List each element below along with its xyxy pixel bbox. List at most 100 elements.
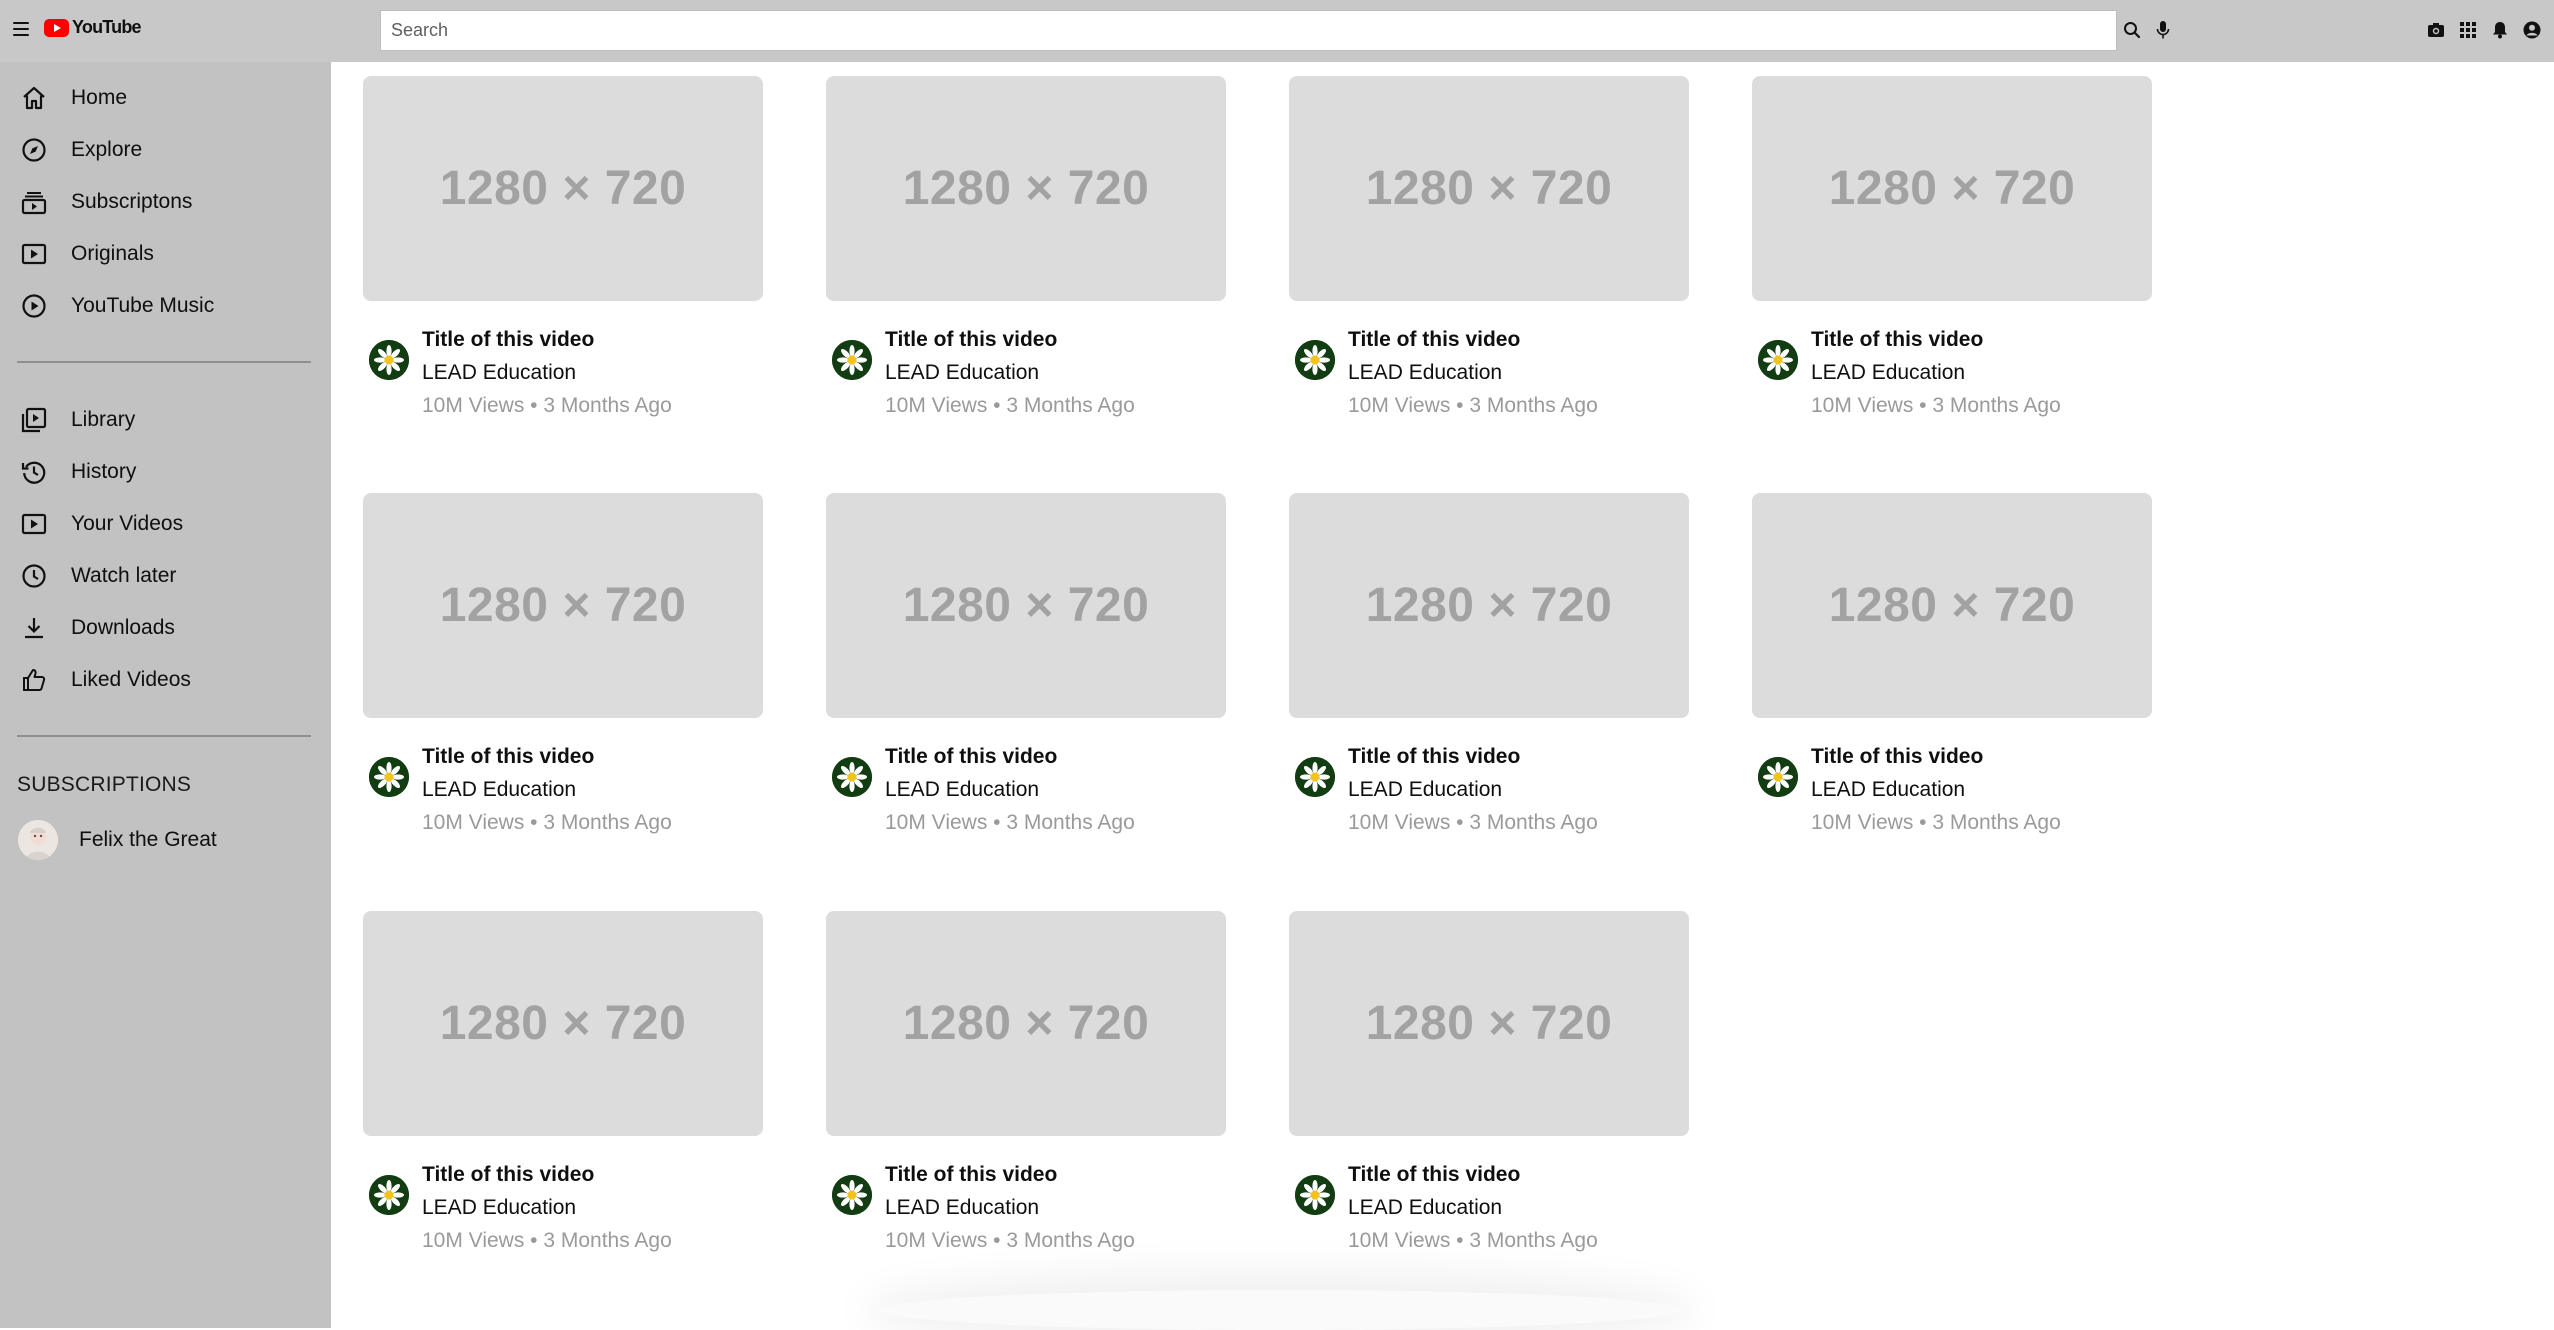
sidebar-item-explore[interactable]: Explore [0,124,331,176]
video-card[interactable]: 1280 × 720 Title of this video LEAD Educat… [1752,493,2152,853]
channel-avatar[interactable] [1758,757,1798,797]
sidebar-item-your-videos[interactable]: Your Videos [0,498,331,550]
sidebar-item-subscriptions[interactable]: Subscriptons [0,176,331,228]
youtube-play-icon [44,18,69,37]
bottom-overlay-shadow [880,1290,1680,1330]
channel-avatar[interactable] [369,757,409,797]
sidebar-item-home[interactable]: Home [0,72,331,124]
search-box[interactable] [380,10,2117,51]
account-icon[interactable] [2520,18,2544,42]
video-card[interactable]: 1280 × 720 Title of this video LEAD Educat… [826,76,1226,436]
menu-icon[interactable] [13,22,29,36]
channel-avatar[interactable] [1295,340,1335,380]
video-title[interactable]: Title of this video [885,1163,1057,1187]
subscriptions-heading: SUBSCRIPTIONS [17,773,192,796]
channel-name[interactable]: LEAD Education [885,778,1039,802]
video-thumbnail[interactable]: 1280 × 720 [826,911,1226,1136]
channel-avatar[interactable] [832,340,872,380]
video-card[interactable]: 1280 × 720 Title of this video LEAD Educat… [1752,76,2152,436]
sidebar-divider [17,361,311,363]
sidebar-item-youtube-music[interactable]: YouTube Music [0,280,331,332]
video-thumbnail[interactable]: 1280 × 720 [826,76,1226,301]
search-input[interactable] [381,11,2116,50]
video-card[interactable]: 1280 × 720 Title of this video LEAD Educat… [1289,76,1689,436]
video-meta: 10M Views • 3 Months Ago [885,1229,1135,1252]
channel-name[interactable]: LEAD Education [1811,361,1965,385]
video-title[interactable]: Title of this video [885,328,1057,352]
video-title[interactable]: Title of this video [422,745,594,769]
channel-name[interactable]: LEAD Education [885,1196,1039,1220]
subscription-item-felix[interactable]: Felix the Great [0,814,331,870]
compass-icon [18,134,50,166]
video-meta: 10M Views • 3 Months Ago [1811,811,2061,834]
channel-avatar[interactable] [1758,340,1798,380]
video-title[interactable]: Title of this video [422,1163,594,1187]
channel-name[interactable]: LEAD Education [1348,1196,1502,1220]
sidebar-item-watch-later[interactable]: Watch later [0,550,331,602]
thumbs-up-icon [18,664,50,696]
video-meta: 10M Views • 3 Months Ago [885,811,1135,834]
sidebar-item-label: Your Videos [71,512,184,535]
video-thumbnail[interactable]: 1280 × 720 [1289,493,1689,718]
channel-avatar[interactable] [832,757,872,797]
video-title[interactable]: Title of this video [1348,745,1520,769]
subscription-name: Felix the Great [79,828,217,851]
video-thumbnail[interactable]: 1280 × 720 [826,493,1226,718]
video-card[interactable]: 1280 × 720 Title of this video LEAD Educat… [363,76,763,436]
thumbnail-placeholder-text: 1280 × 720 [902,997,1150,1050]
search-icon[interactable] [2120,18,2144,42]
microphone-icon[interactable] [2151,18,2175,42]
video-card[interactable]: 1280 × 720 Title of this video LEAD Educat… [1289,911,1689,1271]
video-meta: 10M Views • 3 Months Ago [422,394,672,417]
video-title[interactable]: Title of this video [1811,745,1983,769]
channel-avatar[interactable] [1295,1175,1335,1215]
channel-avatar[interactable] [832,1175,872,1215]
sidebar-item-library[interactable]: Library [0,394,331,446]
thumbnail-placeholder-text: 1280 × 720 [1828,579,2076,632]
notifications-bell-icon[interactable] [2488,18,2512,42]
video-meta: 10M Views • 3 Months Ago [1348,811,1598,834]
channel-name[interactable]: LEAD Education [1811,778,1965,802]
sidebar-item-label: Subscriptons [71,190,193,213]
channel-name[interactable]: LEAD Education [885,361,1039,385]
video-thumbnail[interactable]: 1280 × 720 [363,911,763,1136]
channel-name[interactable]: LEAD Education [1348,361,1502,385]
thumbnail-placeholder-text: 1280 × 720 [439,997,687,1050]
video-title[interactable]: Title of this video [1348,1163,1520,1187]
video-card[interactable]: 1280 × 720 Title of this video LEAD Educat… [826,493,1226,853]
sidebar-item-originals[interactable]: Originals [0,228,331,280]
video-title[interactable]: Title of this video [422,328,594,352]
video-card[interactable]: 1280 × 720 Title of this video LEAD Educat… [363,493,763,853]
video-card[interactable]: 1280 × 720 Title of this video LEAD Educat… [826,911,1226,1271]
create-video-icon[interactable] [2424,18,2448,42]
video-thumbnail[interactable]: 1280 × 720 [1752,493,2152,718]
video-meta: 10M Views • 3 Months Ago [1811,394,2061,417]
video-title[interactable]: Title of this video [1811,328,1983,352]
sidebar-item-history[interactable]: History [0,446,331,498]
apps-grid-icon[interactable] [2456,18,2480,42]
video-thumbnail[interactable]: 1280 × 720 [1289,911,1689,1136]
channel-name[interactable]: LEAD Education [422,778,576,802]
sidebar-item-liked-videos[interactable]: Liked Videos [0,654,331,706]
channel-name[interactable]: LEAD Education [422,361,576,385]
video-title[interactable]: Title of this video [885,745,1057,769]
video-card[interactable]: 1280 × 720 Title of this video LEAD Educat… [363,911,763,1271]
channel-avatar[interactable] [369,340,409,380]
video-thumbnail[interactable]: 1280 × 720 [363,76,763,301]
video-thumbnail[interactable]: 1280 × 720 [363,493,763,718]
channel-avatar[interactable] [369,1175,409,1215]
video-thumbnail[interactable]: 1280 × 720 [1289,76,1689,301]
video-thumbnail[interactable]: 1280 × 720 [1752,76,2152,301]
channel-name[interactable]: LEAD Education [422,1196,576,1220]
video-meta: 10M Views • 3 Months Ago [422,811,672,834]
history-icon [18,456,50,488]
subscriptions-icon [18,186,50,218]
channel-name[interactable]: LEAD Education [1348,778,1502,802]
youtube-logo[interactable]: YouTube [44,17,142,38]
channel-avatar[interactable] [1295,757,1335,797]
video-title[interactable]: Title of this video [1348,328,1520,352]
sidebar-item-label: Library [71,408,136,431]
video-card[interactable]: 1280 × 720 Title of this video LEAD Educat… [1289,493,1689,853]
sidebar-item-downloads[interactable]: Downloads [0,602,331,654]
originals-icon [18,238,50,270]
